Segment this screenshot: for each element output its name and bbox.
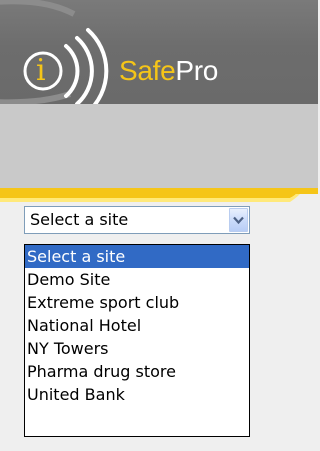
chevron-down-icon — [233, 216, 244, 225]
site-option-ny-towers[interactable]: NY Towers — [25, 337, 249, 360]
site-option-extreme-sport-club[interactable]: Extreme sport club — [25, 291, 249, 314]
site-select-dropdown-button[interactable] — [229, 208, 248, 232]
site-option-united-bank[interactable]: United Bank — [25, 383, 249, 406]
yellow-divider — [0, 188, 318, 202]
site-select[interactable]: Select a site — [24, 206, 250, 234]
site-option-national-hotel[interactable]: National Hotel — [25, 314, 249, 337]
logo-letter: i — [36, 53, 46, 88]
brand-name-part2: Pro — [175, 55, 219, 86]
brand-name: SafePro — [119, 53, 218, 89]
site-option-demo-site[interactable]: Demo Site — [25, 268, 249, 291]
site-option-pharma-drug-store[interactable]: Pharma drug store — [25, 360, 249, 383]
header-bar: i SafePro — [0, 0, 318, 104]
site-option-select-a-site[interactable]: Select a site — [25, 245, 249, 268]
site-select-dropdown-list: Select a site Demo Site Extreme sport cl… — [24, 244, 250, 437]
site-select-value: Select a site — [30, 210, 129, 229]
nav-band — [0, 104, 318, 188]
brand-name-part1: Safe — [119, 55, 176, 86]
